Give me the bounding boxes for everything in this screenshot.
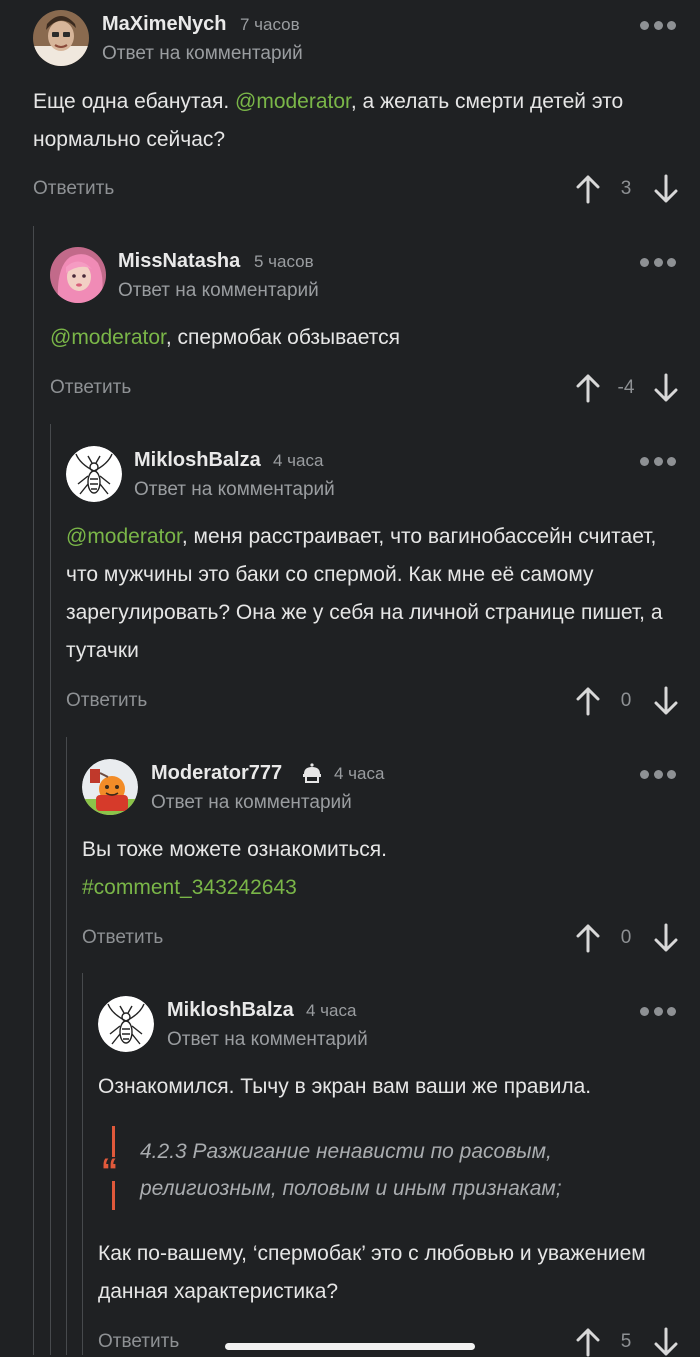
avatar[interactable] — [33, 10, 89, 66]
comment-text: @moderator, меня расстраивает, что вагин… — [66, 518, 676, 670]
downvote-arrow-icon[interactable] — [654, 686, 678, 716]
comment-text-continued: Как по-вашему, ‘спермобак’ это с любовью… — [98, 1235, 678, 1311]
username[interactable]: MaXimeNych — [102, 13, 227, 36]
vote-score: 0 — [620, 927, 632, 948]
thread-line-level-3 — [66, 737, 67, 1355]
timestamp: 4 часа — [273, 451, 324, 470]
reply-note[interactable]: Ответ на комментарий — [151, 792, 352, 814]
home-indicator[interactable] — [225, 1343, 475, 1350]
comment-text: Вы тоже можете ознакомиться. #comment_34… — [82, 831, 672, 907]
mention-link[interactable]: @moderator — [50, 326, 166, 349]
more-options-icon[interactable] — [640, 456, 676, 466]
timestamp: 4 часа — [306, 1001, 357, 1020]
reply-note[interactable]: Ответ на комментарий — [102, 43, 303, 65]
username[interactable]: Moderator777 — [151, 762, 282, 785]
timestamp: 4 часа — [334, 764, 385, 783]
thread-line-level-2 — [50, 424, 51, 1355]
more-options-icon[interactable] — [640, 1006, 676, 1016]
upvote-arrow-icon[interactable] — [576, 373, 600, 403]
comment-text: @moderator, спермобак обзывается — [50, 319, 670, 357]
username[interactable]: MikloshBalza — [134, 449, 261, 472]
timestamp: 7 часов — [240, 15, 300, 34]
downvote-arrow-icon[interactable] — [654, 174, 678, 204]
moderator-cake-icon — [300, 761, 324, 785]
avatar[interactable] — [66, 446, 122, 502]
reply-button[interactable]: Ответить — [82, 927, 163, 949]
more-options-icon[interactable] — [640, 769, 676, 779]
vote-score: -4 — [617, 377, 635, 398]
reply-button[interactable]: Ответить — [33, 178, 114, 200]
text-segment: Вы тоже можете ознакомиться. — [82, 838, 388, 861]
downvote-arrow-icon[interactable] — [654, 373, 678, 403]
avatar[interactable] — [98, 996, 154, 1052]
thread-line-level-1 — [33, 226, 34, 1355]
vote-score: 0 — [620, 690, 632, 711]
reply-note[interactable]: Ответ на комментарий — [167, 1029, 368, 1051]
reply-button[interactable]: Ответить — [66, 690, 147, 712]
rule-quote: 4.2.3 Разжигание ненависти по расовым, р… — [140, 1140, 562, 1200]
avatar[interactable] — [82, 759, 138, 815]
upvote-arrow-icon[interactable] — [576, 174, 600, 204]
username[interactable]: MissNatasha — [118, 250, 240, 273]
reply-button[interactable]: Ответить — [98, 1331, 179, 1353]
text-segment: Еще одна ебанутая. — [33, 90, 236, 113]
reply-button[interactable]: Ответить — [50, 377, 131, 399]
comment-text: Ознакомился. Тычу в экран вам ваши же пр… — [98, 1068, 678, 1106]
upvote-arrow-icon[interactable] — [576, 1327, 600, 1357]
downvote-arrow-icon[interactable] — [654, 1327, 678, 1357]
username[interactable]: MikloshBalza — [167, 999, 294, 1022]
comment-link[interactable]: #comment_343242643 — [82, 869, 672, 907]
text-segment: Ознакомился. Тычу в экран вам ваши же пр… — [98, 1075, 592, 1098]
mention-link[interactable]: @moderator — [235, 90, 351, 113]
text-segment: Как по-вашему, ‘спермобак’ это с любовью… — [98, 1242, 646, 1303]
reply-note[interactable]: Ответ на комментарий — [118, 280, 319, 302]
more-options-icon[interactable] — [640, 20, 676, 30]
vote-score: 5 — [620, 1331, 632, 1352]
timestamp: 5 часов — [254, 252, 314, 271]
more-options-icon[interactable] — [640, 257, 676, 267]
thread-line-level-4 — [82, 973, 83, 1355]
mention-link[interactable]: @moderator — [66, 525, 182, 548]
avatar[interactable] — [50, 247, 106, 303]
reply-note[interactable]: Ответ на комментарий — [134, 479, 335, 501]
downvote-arrow-icon[interactable] — [654, 923, 678, 953]
comment-text: Еще одна ебанутая. @moderator, а желать … — [33, 83, 673, 159]
text-segment: , спермобак обзывается — [165, 326, 400, 349]
vote-score: 3 — [620, 178, 632, 199]
upvote-arrow-icon[interactable] — [576, 686, 600, 716]
upvote-arrow-icon[interactable] — [576, 923, 600, 953]
quote-icon: “ — [101, 1152, 118, 1190]
